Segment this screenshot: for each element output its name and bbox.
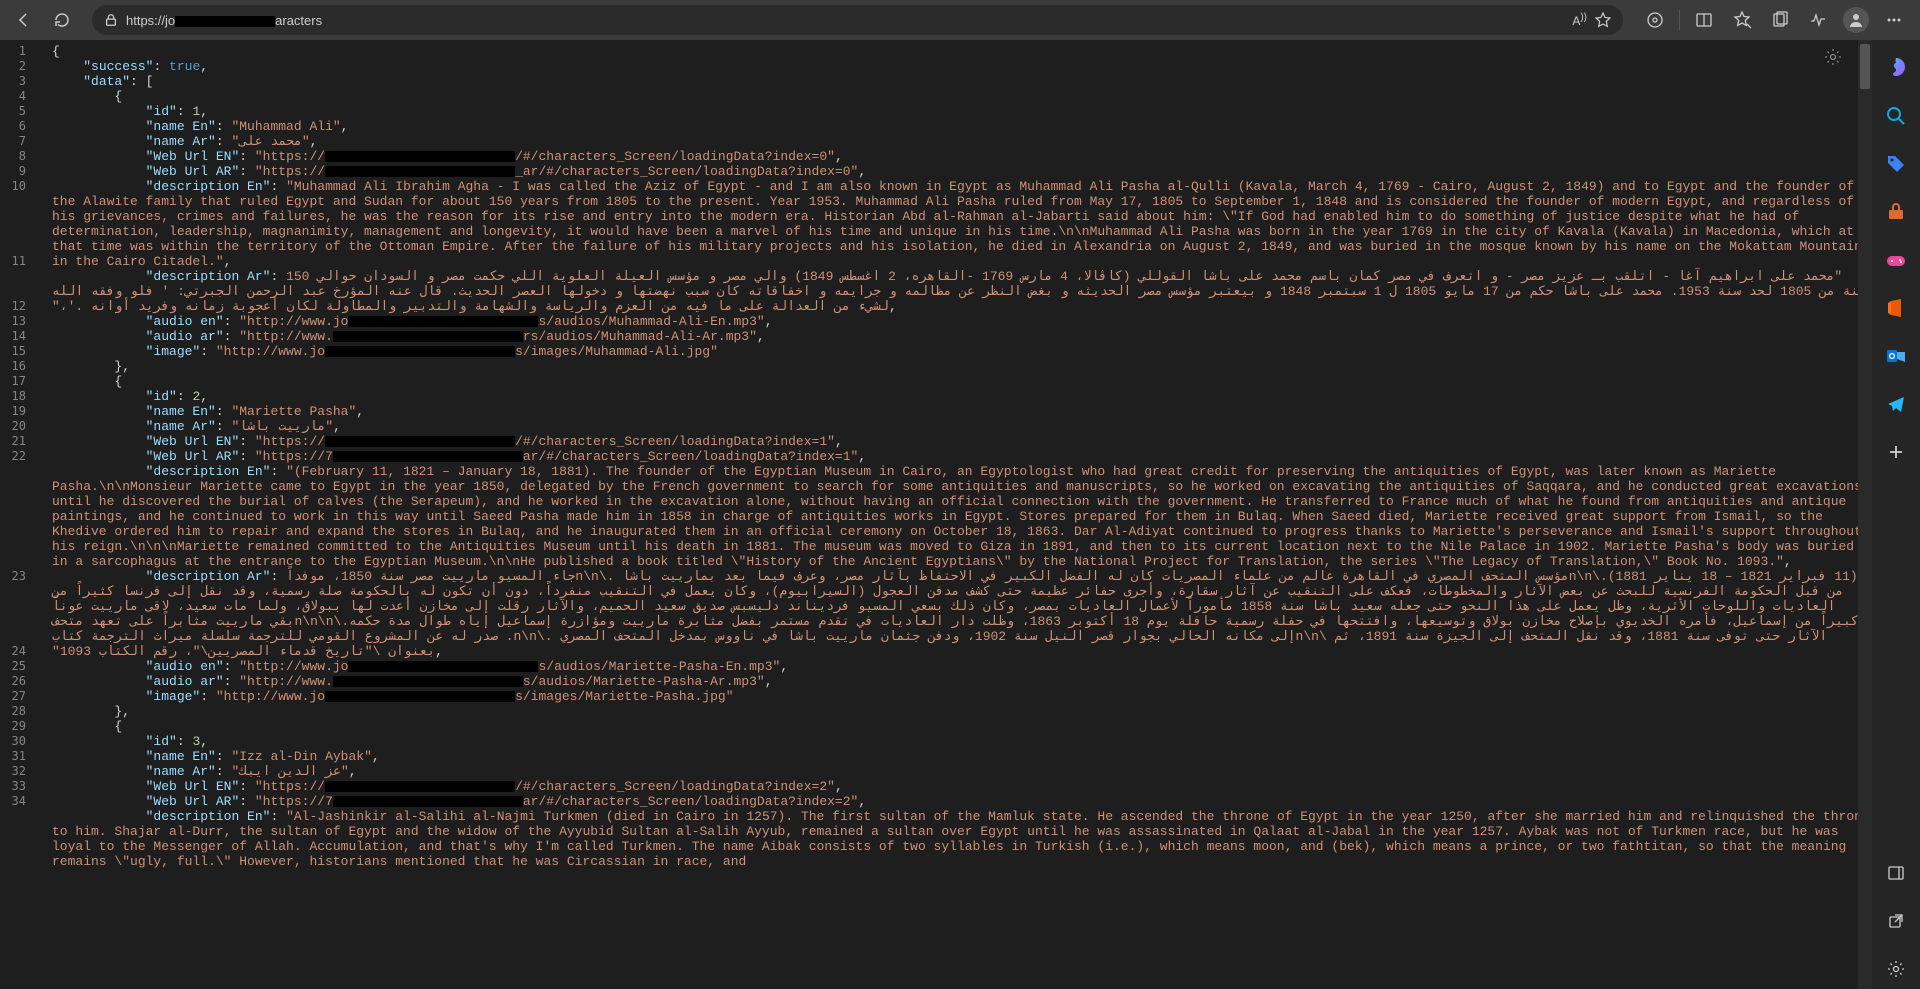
- add-sidebar-icon[interactable]: [1876, 432, 1916, 472]
- browser-toolbar: https://joaracters A)): [0, 0, 1920, 40]
- office-icon[interactable]: [1876, 288, 1916, 328]
- favorites-icon[interactable]: [1724, 4, 1760, 36]
- shopping-tag-icon[interactable]: [1876, 144, 1916, 184]
- toolbar-divider: [1679, 10, 1680, 30]
- json-settings-icon[interactable]: [1824, 48, 1842, 70]
- favorite-star-icon[interactable]: [1595, 12, 1611, 28]
- vertical-scrollbar[interactable]: [1858, 40, 1872, 989]
- telegram-icon[interactable]: [1876, 384, 1916, 424]
- profile-avatar[interactable]: [1838, 4, 1874, 36]
- settings-sidebar-icon[interactable]: [1876, 949, 1916, 989]
- lock-icon: [104, 13, 118, 27]
- split-screen-icon[interactable]: [1686, 4, 1722, 36]
- copilot-icon[interactable]: [1876, 48, 1916, 88]
- performance-icon[interactable]: [1800, 4, 1836, 36]
- url-text: https://joaracters: [126, 13, 1564, 28]
- main-area: 1234567891011121314151617181920212223242…: [0, 40, 1920, 989]
- line-gutter: 1234567891011121314151617181920212223242…: [0, 40, 44, 989]
- tools-icon[interactable]: [1876, 192, 1916, 232]
- external-icon[interactable]: [1876, 901, 1916, 941]
- menu-dots-icon[interactable]: [1876, 4, 1912, 36]
- collections-icon[interactable]: [1762, 4, 1798, 36]
- url-bar[interactable]: https://joaracters A)): [92, 5, 1623, 35]
- games-icon[interactable]: [1876, 240, 1916, 280]
- search-sidebar-icon[interactable]: [1876, 96, 1916, 136]
- read-aloud-icon[interactable]: A)): [1572, 12, 1587, 28]
- scrollbar-thumb[interactable]: [1860, 44, 1870, 89]
- outlook-icon[interactable]: [1876, 336, 1916, 376]
- extensions-icon[interactable]: [1637, 4, 1673, 36]
- refresh-button[interactable]: [46, 4, 78, 36]
- edge-sidebar: [1872, 40, 1920, 989]
- code-content[interactable]: { "success": true, "data": [ { "id": 1, …: [44, 40, 1872, 989]
- back-button[interactable]: [8, 4, 40, 36]
- panel-icon[interactable]: [1876, 853, 1916, 893]
- json-viewer: 1234567891011121314151617181920212223242…: [0, 40, 1872, 989]
